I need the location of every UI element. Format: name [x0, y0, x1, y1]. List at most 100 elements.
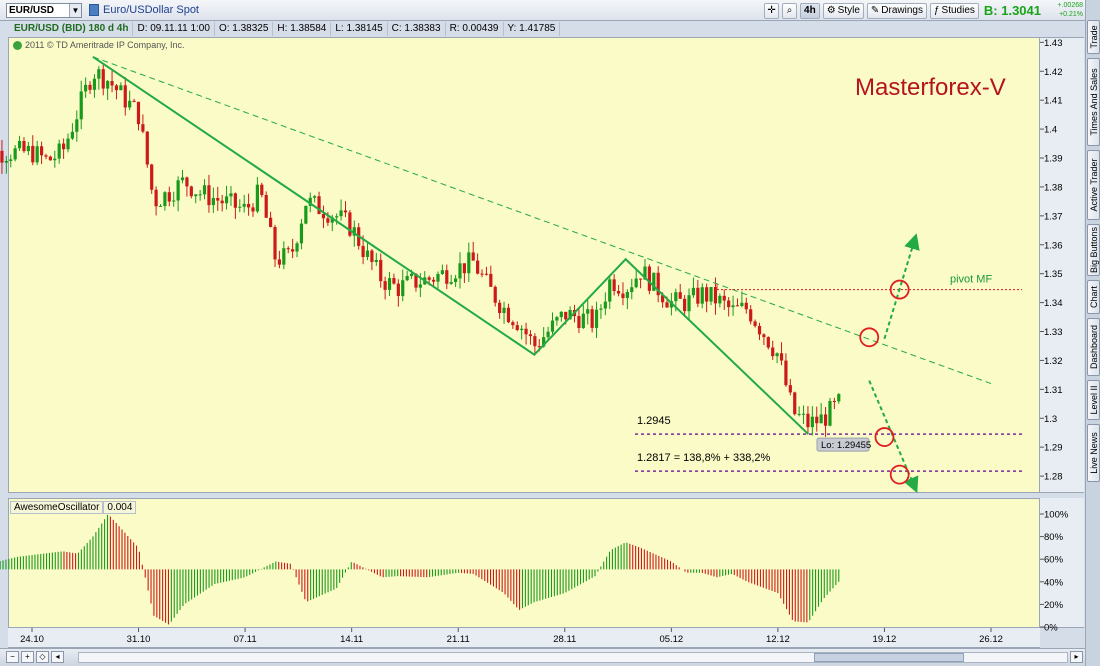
candle-down — [823, 414, 828, 426]
candle-up — [92, 78, 97, 90]
sidebar-tab-label: Level II — [1088, 385, 1099, 415]
candle-up — [674, 292, 678, 302]
candle-up — [106, 81, 110, 89]
candle-down — [216, 198, 220, 201]
candle-down — [101, 69, 105, 89]
osc-tick-label: 20% — [1044, 600, 1064, 611]
candle-down — [167, 192, 171, 202]
scroll-thumb[interactable] — [814, 653, 964, 662]
candle-up — [9, 159, 13, 161]
candle-up — [26, 145, 30, 152]
candle-up — [57, 143, 61, 159]
price-tick-label: 1.35 — [1044, 269, 1063, 280]
target-level-label: 1.2945 — [637, 415, 671, 427]
sidebar-tab-trade[interactable]: Trade — [1087, 20, 1100, 54]
time-tick-label: 12.12 — [766, 634, 790, 645]
candle-up — [224, 196, 229, 204]
candle-up — [586, 309, 590, 314]
osc-tick-label: 100% — [1044, 510, 1069, 521]
candle-up — [709, 287, 713, 302]
sidebar-tab-dashboard[interactable]: Dashboard — [1087, 318, 1100, 376]
candle-up — [467, 252, 471, 274]
candle-down — [612, 279, 616, 292]
candle-down — [678, 292, 682, 299]
candle-up — [700, 287, 704, 304]
candle-up — [238, 206, 242, 208]
candle-up — [502, 307, 506, 313]
candle-up — [295, 243, 299, 252]
candle-down — [22, 140, 26, 152]
candle-up — [828, 400, 832, 426]
candle-down — [48, 156, 52, 161]
candle-up — [559, 311, 563, 318]
candle-down — [379, 259, 383, 282]
candle-down — [361, 245, 365, 258]
candle-up — [255, 184, 259, 212]
candle-down — [577, 316, 581, 329]
oscillator-bars — [0, 514, 840, 625]
candle-up — [198, 194, 202, 196]
candle-down — [779, 353, 784, 361]
horizontal-scrollbar[interactable] — [78, 652, 1068, 663]
price-tick-label: 1.29 — [1044, 443, 1063, 454]
sidebar-tab-live-news[interactable]: Live News — [1087, 424, 1100, 482]
scroll-right-icon[interactable]: ▸ — [1070, 651, 1083, 663]
candle-down — [515, 325, 519, 331]
candle-up — [13, 148, 17, 160]
candle-down — [154, 189, 158, 207]
candle-down — [39, 146, 44, 156]
sidebar-tab-chart[interactable]: Chart — [1087, 280, 1100, 314]
price-tick-label: 1.38 — [1044, 182, 1063, 193]
candle-down — [524, 328, 528, 335]
sidebar-tab-times-and-sales[interactable]: Times And Sales — [1087, 58, 1100, 146]
price-tick-label: 1.39 — [1044, 154, 1063, 165]
candle-down — [528, 334, 533, 337]
candle-down — [647, 266, 651, 291]
candle-up — [70, 131, 75, 139]
osc-tick-label: 60% — [1044, 555, 1064, 566]
candle-up — [599, 308, 603, 310]
candle-up — [801, 413, 806, 415]
candle-down — [44, 155, 48, 157]
price-tick-label: 1.34 — [1044, 298, 1063, 309]
candle-up — [75, 119, 79, 132]
candle-down — [638, 278, 643, 280]
time-tick-label: 28.11 — [553, 634, 576, 645]
candle-down — [189, 186, 193, 197]
candle-down — [480, 273, 484, 275]
candle-down — [431, 279, 436, 282]
sidebar-tab-level-ii[interactable]: Level II — [1087, 380, 1100, 420]
scroll-left-icon[interactable]: ◂ — [51, 651, 64, 663]
price-tick-label: 1.3 — [1044, 414, 1057, 425]
candle-down — [445, 270, 449, 284]
candle-down — [150, 164, 154, 190]
candle-up — [282, 248, 286, 265]
app-window: EUR/USD ▼ Euro/USDollar Spot ✛ ⌕ 4h ⚙ Sty… — [0, 0, 1100, 666]
candle-up — [453, 278, 458, 283]
candle-up — [299, 223, 304, 244]
candle-down — [762, 334, 766, 338]
price-tick-label: 1.42 — [1044, 67, 1063, 78]
sidebar-tab-active-trader[interactable]: Active Trader — [1087, 150, 1100, 220]
price-tick-label: 1.36 — [1044, 240, 1063, 251]
candle-up — [35, 146, 39, 163]
candle-up — [202, 185, 207, 195]
watermark-text: Masterforex-V — [855, 74, 1006, 101]
candle-up — [440, 270, 444, 274]
zoom-fit-icon[interactable]: ◇ — [36, 651, 49, 663]
candle-down — [753, 321, 757, 326]
candle-down — [771, 347, 775, 357]
zoom-out-icon[interactable]: − — [6, 651, 19, 663]
candle-down — [321, 213, 326, 219]
candle-down — [141, 124, 145, 132]
sidebar-tab-label: Trade — [1088, 25, 1099, 49]
time-tick-label: 19.12 — [873, 634, 897, 645]
candle-down — [246, 203, 251, 208]
sidebar-tab-big-buttons[interactable]: Big Buttons — [1087, 224, 1100, 276]
price-tick-label: 1.43 — [1044, 38, 1063, 49]
candle-down — [185, 177, 189, 187]
candle-up — [687, 295, 691, 312]
candle-up — [603, 301, 607, 309]
candle-up — [630, 287, 634, 293]
zoom-in-icon[interactable]: + — [21, 651, 34, 663]
